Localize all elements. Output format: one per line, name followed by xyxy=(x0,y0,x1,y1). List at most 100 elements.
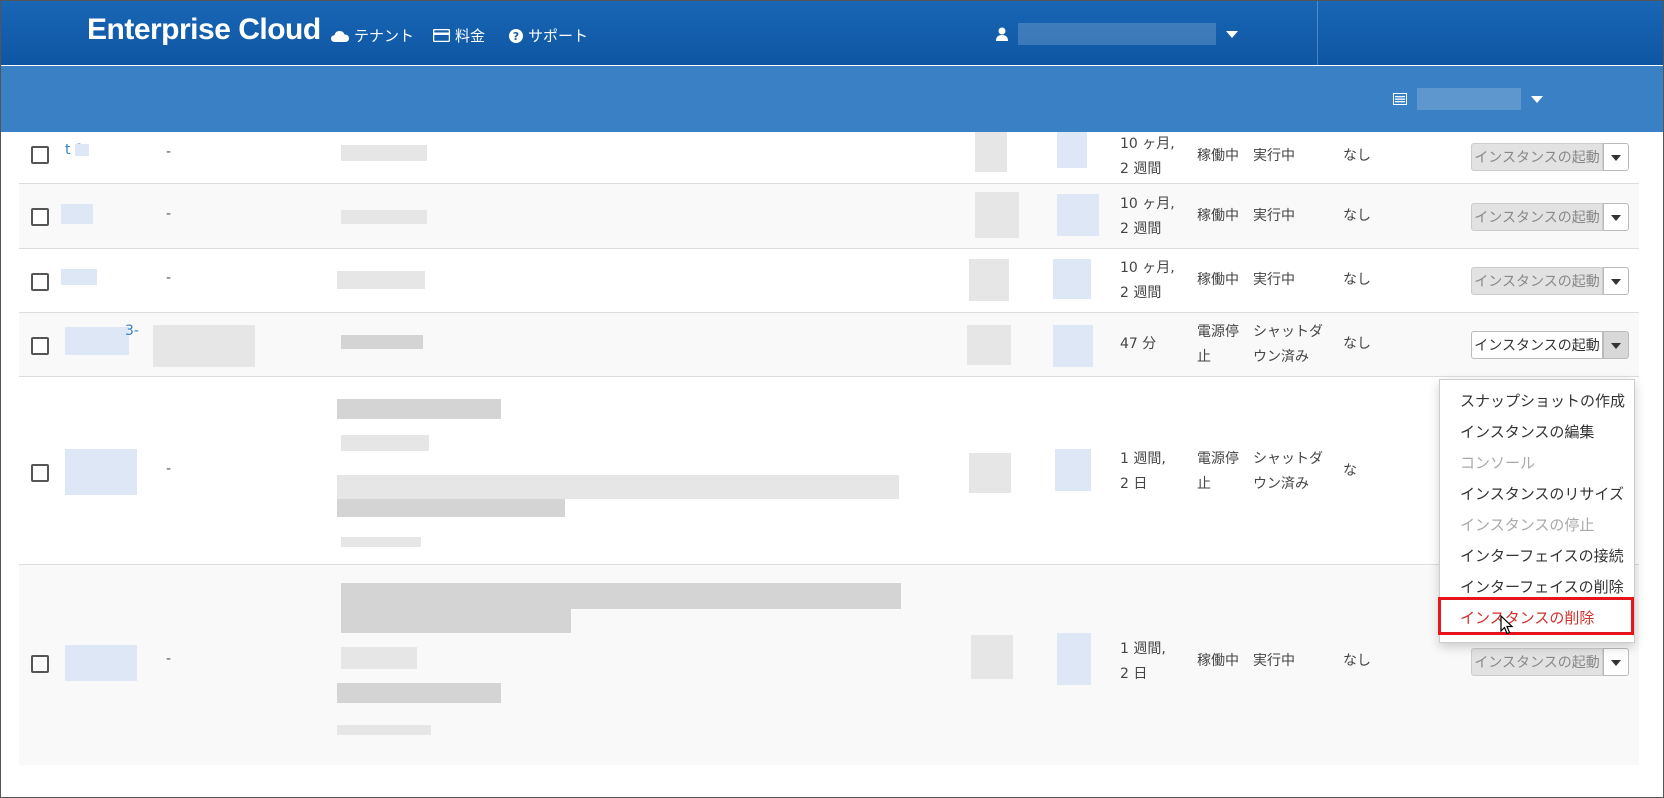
nav-pricing-label: 料金 xyxy=(455,27,486,45)
redacted xyxy=(341,609,571,633)
table-row[interactable]: - 1 週間, 2 日 稼働中 実行中 なし インスタンスの起動 xyxy=(19,565,1639,765)
redacted xyxy=(153,325,255,367)
row-checkbox[interactable] xyxy=(31,655,49,673)
instance-name-suffix[interactable]: 3- xyxy=(125,319,139,344)
app-window: Enterprise Cloud テナント 料金 ? サポート t - 10 ヶ… xyxy=(0,0,1664,798)
row-checkbox[interactable] xyxy=(31,464,49,482)
instance-name-link[interactable] xyxy=(65,327,129,355)
table-row[interactable]: 3- 47 分 電源停 止 シャットダ ウン済み なし インスタンスの起動 xyxy=(19,313,1639,377)
actions-dropdown-toggle[interactable] xyxy=(1603,267,1629,295)
menu-item-stop-instance: インスタンスの停止 xyxy=(1460,516,1595,534)
nav-support[interactable]: ? サポート xyxy=(509,25,588,46)
redacted xyxy=(341,647,417,669)
table-row[interactable]: t 1 - 10 ヶ月, 2 週間 稼働中 実行中 なし インスタンスの起動 xyxy=(19,132,1639,184)
age: 1 週間, 2 日 xyxy=(1120,641,1166,682)
cloud-icon xyxy=(331,30,349,42)
status: 実行中 xyxy=(1253,208,1295,224)
actions-dropdown-toggle[interactable] xyxy=(1603,143,1629,171)
age: 47 分 xyxy=(1120,336,1157,352)
redacted xyxy=(1053,325,1093,367)
description: - xyxy=(166,144,172,160)
menu-item-edit-instance[interactable]: インスタンスの編集 xyxy=(1460,422,1594,442)
redacted xyxy=(1055,449,1091,491)
table-row[interactable]: - 10 ヶ月, 2 週間 稼働中 実行中 なし インスタンスの起動 xyxy=(19,249,1639,313)
power-state: 稼働中 xyxy=(1197,653,1239,669)
table-row[interactable]: - 10 ヶ月, 2 週間 稼働中 実行中 なし インスタンスの起動 xyxy=(19,184,1639,249)
status: 実行中 xyxy=(1253,653,1295,669)
redacted xyxy=(341,435,429,451)
redacted xyxy=(337,475,899,499)
lock-state: なし xyxy=(1343,653,1371,669)
redacted xyxy=(1053,259,1091,299)
list-icon xyxy=(1393,93,1407,105)
nav-tenant[interactable]: テナント xyxy=(331,25,414,46)
question-circle-icon: ? xyxy=(509,28,523,43)
status: 実行中 xyxy=(1253,272,1295,288)
age: 1 週間, 2 日 xyxy=(1120,451,1166,492)
table-row[interactable]: - 1 週間, 2 日 電源停 止 シャットダ ウン済み な xyxy=(19,377,1639,565)
actions-dropdown-toggle[interactable] xyxy=(1603,331,1629,359)
redacted xyxy=(975,192,1019,238)
chevron-down-icon xyxy=(1531,95,1543,103)
power-state: 稼働中 xyxy=(1197,208,1239,224)
menu-item-resize-instance[interactable]: インスタンスのリサイズ xyxy=(1460,484,1624,504)
start-instance-button[interactable]: インスタンスの起動 xyxy=(1471,143,1603,171)
menu-item-detach-interface[interactable]: インターフェイスの削除 xyxy=(1460,577,1624,597)
header-divider xyxy=(1317,1,1318,65)
redacted xyxy=(1057,633,1091,685)
highlight-box xyxy=(1438,597,1634,635)
lock-state: なし xyxy=(1343,148,1371,164)
redacted xyxy=(1057,194,1099,236)
redacted xyxy=(1057,132,1087,168)
power-state: 電源停 止 xyxy=(1197,451,1239,492)
start-instance-button[interactable]: インスタンスの起動 xyxy=(1471,331,1603,359)
start-instance-button[interactable]: インスタンスの起動 xyxy=(1471,267,1603,295)
row-checkbox[interactable] xyxy=(31,337,49,355)
redacted xyxy=(337,725,431,735)
description: - xyxy=(166,206,172,222)
power-state: 稼働中 xyxy=(1197,272,1239,288)
redacted xyxy=(341,145,427,161)
redacted xyxy=(75,144,89,156)
instance-name-link[interactable] xyxy=(65,449,137,495)
redacted xyxy=(337,683,501,703)
redacted xyxy=(337,399,501,419)
credit-card-icon xyxy=(433,29,450,42)
menu-item-console: コンソール xyxy=(1460,454,1536,472)
redacted xyxy=(975,132,1007,172)
power-state: 電源停 止 xyxy=(1197,324,1239,365)
row-checkbox[interactable] xyxy=(31,273,49,291)
actions-dropdown-toggle[interactable] xyxy=(1603,648,1629,676)
row-checkbox[interactable] xyxy=(31,146,49,164)
user-menu[interactable] xyxy=(996,23,1238,45)
actions-dropdown-toggle[interactable] xyxy=(1603,203,1629,231)
mouse-cursor-icon xyxy=(1500,615,1514,635)
redacted xyxy=(967,325,1011,365)
redacted xyxy=(341,335,423,349)
menu-item-attach-interface[interactable]: インターフェイスの接続 xyxy=(1460,546,1624,566)
status: シャットダ ウン済み xyxy=(1253,451,1323,492)
svg-text:?: ? xyxy=(513,30,519,43)
nav-pricing[interactable]: 料金 xyxy=(433,25,485,46)
redacted xyxy=(341,583,901,609)
start-instance-button[interactable]: インスタンスの起動 xyxy=(1471,648,1603,676)
instance-name-link[interactable] xyxy=(65,645,137,681)
description: - xyxy=(166,461,172,477)
instance-name-link[interactable] xyxy=(61,204,93,224)
redacted xyxy=(337,499,565,517)
lock-state: なし xyxy=(1343,336,1371,352)
brand-logo[interactable]: Enterprise Cloud xyxy=(87,13,321,47)
view-selector[interactable] xyxy=(1393,88,1543,110)
redacted xyxy=(971,635,1013,679)
status: シャットダ ウン済み xyxy=(1253,324,1323,365)
start-instance-button[interactable]: インスタンスの起動 xyxy=(1471,203,1603,231)
menu-item-create-snapshot[interactable]: スナップショットの作成 xyxy=(1460,391,1625,411)
view-name-redacted xyxy=(1417,88,1521,110)
row-checkbox[interactable] xyxy=(31,208,49,226)
instance-name-link[interactable] xyxy=(61,269,97,285)
redacted xyxy=(337,271,425,289)
chevron-down-icon xyxy=(1226,30,1238,38)
status: 実行中 xyxy=(1253,148,1295,164)
age: 10 ヶ月, 2 週間 xyxy=(1120,196,1175,237)
description: - xyxy=(166,270,172,286)
